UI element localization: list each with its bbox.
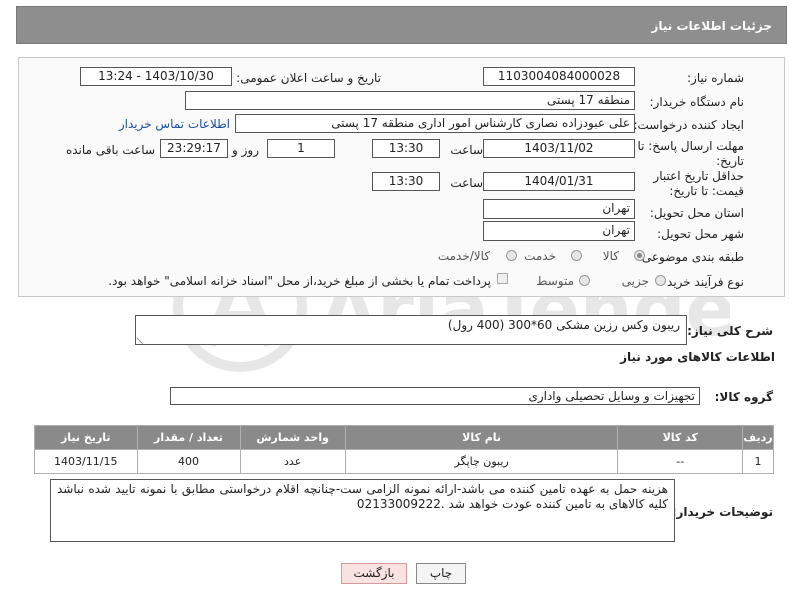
goods-group-label: گروه کالا: bbox=[714, 390, 773, 404]
city-label: شهر محل تحویل: bbox=[657, 227, 744, 241]
price-validity-label: حداقل تاریخ اعتبار قیمت: تا تاریخ: bbox=[653, 169, 744, 198]
table-row: 1 -- ریبون چاپگر عدد 400 1403/11/15 bbox=[34, 449, 774, 474]
cell-row-number: 1 bbox=[742, 449, 774, 474]
cell-quantity: 400 bbox=[136, 449, 241, 474]
print-button[interactable]: چاپ bbox=[416, 563, 466, 584]
need-number-label: شماره نیاز: bbox=[687, 71, 744, 85]
cell-item-code: -- bbox=[617, 449, 744, 474]
category-radio-goods-service[interactable] bbox=[506, 250, 517, 261]
category-radio-service[interactable] bbox=[571, 250, 582, 261]
process-radio-medium[interactable] bbox=[579, 275, 590, 286]
column-header-quantity: تعداد / مقدار bbox=[136, 425, 241, 450]
column-header-unit: واحد شمارش bbox=[239, 425, 346, 450]
page-header: جزئیات اطلاعات نیاز bbox=[16, 6, 787, 44]
creator-field: علی عبودزاده نصاری کارشناس امور اداری من… bbox=[235, 114, 635, 133]
buyer-name-label: نام دستگاه خریدار: bbox=[649, 95, 745, 109]
remaining-time-field: 23:29:17 bbox=[160, 139, 228, 158]
goods-table: ردیف کد کالا نام کالا واحد شمارش تعداد /… bbox=[34, 425, 774, 474]
page-title: جزئیات اطلاعات نیاز bbox=[651, 19, 772, 33]
deadline-time-field: 13:30 bbox=[372, 139, 440, 158]
resize-grip-icon bbox=[136, 331, 149, 345]
buyer-notes-textarea: هزینه حمل به عهده تامین کننده می باشد-ار… bbox=[50, 479, 675, 542]
city-field: تهران bbox=[483, 221, 635, 241]
description-label: شرح کلی نیاز: bbox=[687, 324, 773, 338]
column-header-item-name: نام کالا bbox=[344, 425, 619, 450]
announce-date-label: تاریخ و ساعت اعلان عمومی: bbox=[236, 71, 381, 85]
category-label: طبقه بندی موضوعی: bbox=[637, 250, 744, 264]
category-radio-goods[interactable] bbox=[634, 250, 645, 261]
price-validity-time-label: ساعت bbox=[450, 176, 483, 190]
process-option-medium: متوسط bbox=[536, 274, 574, 288]
category-option-goods-service: کالا/خدمت bbox=[437, 249, 490, 263]
cell-item-name: ریبون چاپگر bbox=[344, 449, 619, 474]
treasury-payment-checkbox[interactable] bbox=[497, 273, 508, 284]
goods-table-header: ردیف کد کالا نام کالا واحد شمارش تعداد /… bbox=[34, 425, 774, 450]
process-option-minor: جزیی bbox=[621, 274, 649, 288]
need-number-field: 1103004084000028 bbox=[483, 67, 635, 86]
creator-label: ایجاد کننده درخواست: bbox=[633, 118, 744, 132]
deadline-date-field: 1403/11/02 bbox=[483, 139, 635, 158]
buyer-contact-link[interactable]: اطلاعات تماس خریدار bbox=[119, 117, 230, 131]
days-label: روز و bbox=[232, 143, 259, 157]
buyer-name-field: منطقه 17 پستی bbox=[185, 91, 635, 110]
process-type-label: نوع فرآیند خرید : bbox=[659, 275, 744, 289]
description-text: ریبون وکس رزین مشکی 60*300 (400 رول) bbox=[447, 318, 680, 332]
price-validity-time-field: 13:30 bbox=[372, 172, 440, 191]
category-option-service: خدمت bbox=[524, 249, 556, 263]
cell-unit: عدد bbox=[239, 449, 346, 474]
remaining-time-label: ساعت باقی مانده bbox=[65, 143, 155, 157]
announce-date-field: 1403/10/30 - 13:24 bbox=[80, 67, 232, 86]
buyer-notes-label: توضیحات خریدار: bbox=[671, 505, 773, 519]
province-label: استان محل تحویل: bbox=[649, 206, 744, 220]
goods-info-title: اطلاعات کالاهای مورد نیاز bbox=[620, 350, 775, 364]
column-header-need-date: تاریخ نیاز bbox=[34, 425, 138, 450]
deadline-label: مهلت ارسال پاسخ: تا تاریخ: bbox=[637, 139, 744, 168]
process-radio-minor[interactable] bbox=[655, 275, 666, 286]
goods-group-field: تجهیزات و وسایل تحصیلی واداری bbox=[170, 387, 700, 405]
price-validity-date-field: 1404/01/31 bbox=[483, 172, 635, 191]
column-header-row-number: ردیف bbox=[742, 425, 774, 450]
province-field: تهران bbox=[483, 199, 635, 219]
buyer-notes-text: هزینه حمل به عهده تامین کننده می باشد-ار… bbox=[57, 482, 668, 511]
days-remaining-field: 1 bbox=[267, 139, 335, 158]
column-header-item-code: کد کالا bbox=[617, 425, 744, 450]
description-textarea: ریبون وکس رزین مشکی 60*300 (400 رول) bbox=[135, 315, 687, 345]
deadline-time-label: ساعت bbox=[450, 143, 483, 157]
category-option-goods: کالا bbox=[602, 249, 619, 263]
back-button[interactable]: بازگشت bbox=[341, 563, 407, 584]
treasury-payment-note: پرداخت تمام یا بخشی از مبلغ خرید،از محل … bbox=[108, 274, 491, 288]
cell-need-date: 1403/11/15 bbox=[34, 449, 138, 474]
